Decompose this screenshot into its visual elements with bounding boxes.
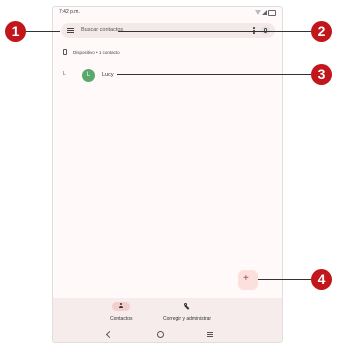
menu-icon[interactable] [67,28,74,33]
search-placeholder[interactable]: Buscar contactos [81,27,123,33]
nav-item-fix-manage[interactable]: Corregir y administrar [163,302,211,322]
bottom-navigation: Contactos Corregir y administrar [53,298,282,342]
callout-leader-1 [26,31,60,32]
plus-icon: + [243,273,249,284]
status-icons [255,10,276,16]
callout-leader-3 [117,74,311,75]
nav-item-contacts[interactable]: Contactos [110,302,133,322]
contact-list-item[interactable]: L L Lucy [53,67,282,83]
wrench-icon [184,303,190,310]
signal-icon [262,10,267,15]
status-time: 7:42 p.m. [59,9,80,15]
system-navigation [53,330,282,342]
back-icon[interactable] [105,330,114,339]
callout-leader-4 [258,279,311,280]
status-bar: 7:42 p.m. [53,7,282,21]
nav-label-contacts: Contactos [110,316,133,322]
add-contact-button[interactable]: + [238,270,258,290]
wifi-icon [255,10,261,15]
device-icon [63,49,67,55]
contact-name: Lucy [102,72,114,78]
callout-badge-1: 1 [5,21,26,42]
person-icon [119,303,124,310]
nav-indicator [178,302,196,311]
home-icon[interactable] [157,331,164,338]
index-letter: L [63,71,66,77]
battery-icon [268,10,276,16]
callout-badge-4: 4 [311,269,332,290]
callout-badge-3: 3 [311,64,332,85]
callout-leader-2 [118,31,311,32]
account-header-label: Dispositivo • 1 contacto [73,50,120,55]
nav-label-fix-manage: Corregir y administrar [163,316,212,322]
callout-badge-2: 2 [311,21,332,42]
phone-screen: 7:42 p.m. Buscar contactos Dispositivo •… [52,6,283,343]
recents-icon[interactable] [207,332,213,337]
nav-indicator [112,302,131,311]
contact-avatar: L [82,69,95,82]
